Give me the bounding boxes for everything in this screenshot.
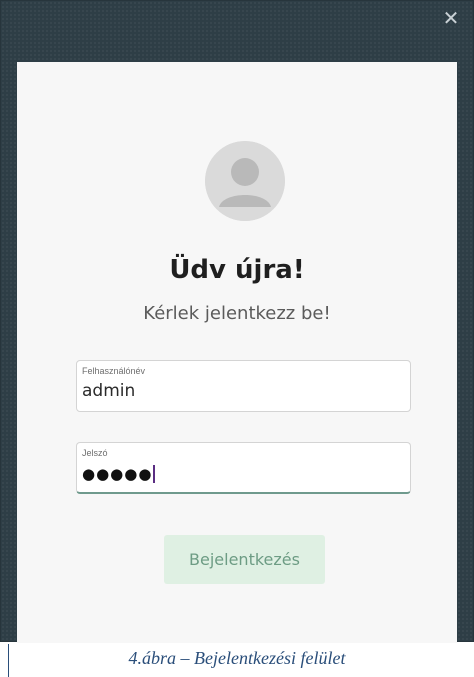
close-icon: ✕ bbox=[442, 6, 460, 30]
text-caret bbox=[153, 465, 156, 483]
figure-caption: 4.ábra – Bejelentkezési felület bbox=[128, 648, 346, 668]
login-window: ✕ Üdv újra! Kérlek jelentkezz be! Felhas… bbox=[0, 0, 474, 643]
login-button[interactable]: Bejelentkezés bbox=[164, 535, 325, 584]
password-field[interactable]: Jelszó ●●●●● bbox=[76, 442, 411, 494]
login-subtitle: Kérlek jelentkezz be! bbox=[143, 303, 331, 324]
close-button[interactable]: ✕ bbox=[435, 4, 467, 32]
username-field[interactable]: Felhasználónév admin bbox=[76, 360, 411, 412]
password-label: Jelszó bbox=[82, 448, 108, 458]
welcome-heading: Üdv újra! bbox=[169, 255, 305, 285]
password-masked-value: ●●●●● bbox=[82, 465, 153, 483]
user-avatar-icon bbox=[205, 141, 285, 221]
login-panel: Üdv újra! Kérlek jelentkezz be! Felhaszn… bbox=[17, 62, 457, 643]
username-label: Felhasználónév bbox=[82, 366, 146, 376]
username-value: admin bbox=[82, 381, 136, 401]
